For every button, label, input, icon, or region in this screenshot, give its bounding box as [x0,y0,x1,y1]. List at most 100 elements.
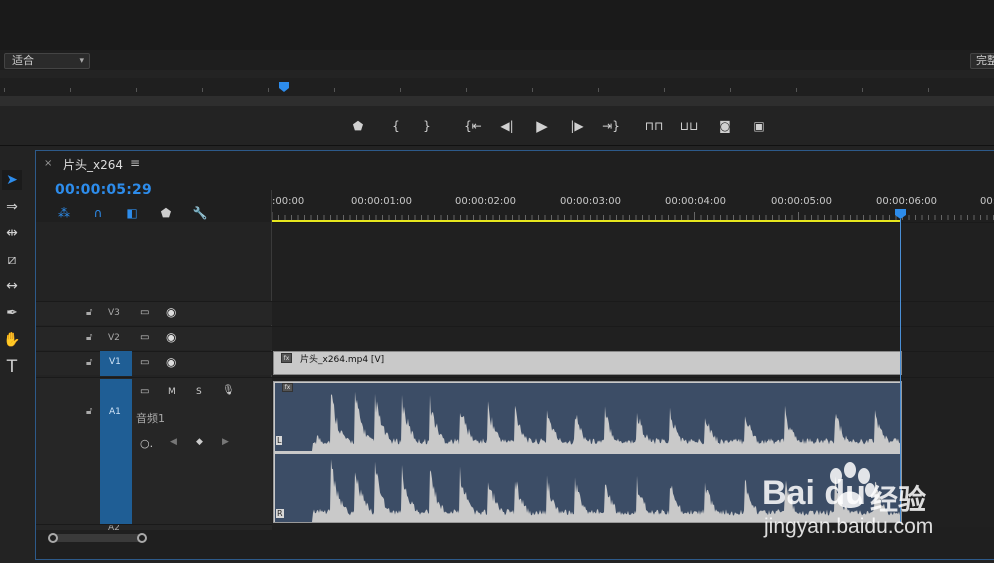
selection-tool-icon: ➤ [6,172,18,188]
add-keyframe-icon[interactable]: ◆ [196,437,203,447]
track-header-v2[interactable]: 🔓︎ V2 ▭ ◉ [36,326,272,350]
extract-button[interactable]: ⊔⊔ [678,118,700,134]
microphone-icon[interactable]: 🎙︎ [222,385,235,396]
step-forward-button[interactable]: |▶ [566,118,588,134]
go-to-in-button[interactable]: {⇤ [462,118,484,134]
play-button[interactable]: ▶ [531,118,553,134]
marker-icon: ⬟ [160,206,172,220]
lane-v2[interactable] [272,326,994,351]
lock-icon[interactable]: 🔓︎ [86,307,92,318]
zoom-handle-left[interactable] [48,533,58,543]
track-name: V3 [108,308,120,318]
hand-tool[interactable]: ✋ [2,330,22,350]
sync-lock-icon[interactable]: ▭ [140,386,149,397]
go-to-in-icon: {⇤ [464,119,482,133]
nest-toggle-button[interactable]: ⁂ [56,205,72,221]
sequence-tab-title[interactable]: 片头_x264 [63,156,123,173]
panel-menu-icon[interactable]: ≡ [130,156,140,170]
ruler-label: 00:00:06:00 [876,196,938,207]
ruler-tick [334,88,335,92]
ruler-tick [532,88,533,92]
eye-icon[interactable]: ◉ [166,305,176,319]
track-header-a2[interactable]: A2 [36,524,272,530]
volume-keyframe-icon[interactable]: ○. [140,437,153,450]
wrench-icon: 🔧 [192,206,208,220]
magnet-icon: ∩ [93,206,103,220]
playhead-handle-icon[interactable] [895,209,906,219]
sync-lock-icon[interactable]: ▭ [140,307,149,318]
program-monitor-preview [0,0,994,50]
lane-v3[interactable] [272,301,994,326]
ruler-label: 00:00 [980,196,994,207]
lift-button[interactable]: ⊓⊓ [643,118,665,134]
go-to-out-button[interactable]: ⇥} [600,118,622,134]
watermark-suffix: 经验 [870,483,927,516]
ruler-tick [730,88,731,92]
ruler-label: 00:00:01:00 [351,196,413,207]
scroll-thumb[interactable] [50,534,145,542]
track-select-tool[interactable]: ⇒ [2,197,22,217]
ruler-tick [268,88,269,92]
empty-lane[interactable] [272,222,994,301]
track-header-a1[interactable]: 🔓︎ ▭ M S 🎙︎ 音频1 ○. ◀ ◆ ▶ [36,377,272,525]
timeline-settings-button[interactable]: 🔧 [192,205,208,221]
source-patch-v1[interactable]: V1 [100,351,132,376]
track-header-v3[interactable]: 🔓︎ V3 ▭ ◉ [36,301,272,325]
close-sequence-button[interactable]: × [44,158,54,170]
source-patch-a1[interactable]: A1 [100,379,132,527]
ruler-label: :00:00 [272,196,305,207]
linked-selection-button[interactable]: ◧ [124,205,140,221]
slip-tool[interactable]: ↔ [2,276,22,296]
export-frame-button[interactable]: ◙ [714,118,736,134]
ruler-tick [136,88,137,92]
ruler-tick [862,88,863,92]
playhead-timecode[interactable]: 00:00:05:29 [55,182,152,198]
add-marker-timeline-button[interactable]: ⬟ [158,205,174,221]
comparison-view-button[interactable]: ▣ [748,118,770,134]
monitor-time-ruler[interactable] [0,78,994,96]
add-marker-button[interactable]: ⬟ [347,118,369,134]
pen-tool[interactable]: ✒ [2,303,22,323]
channel-left-label: L [276,436,283,445]
fit-zoom-value: 适合 [12,54,34,67]
zoom-handle-right[interactable] [137,533,147,543]
play-icon: ▶ [536,117,548,135]
ruler-tick [70,88,71,92]
nest-icon: ⁂ [58,206,70,220]
eye-icon[interactable]: ◉ [166,355,176,369]
track-name: A2 [108,524,120,530]
mark-out-button[interactable]: } [416,118,438,134]
eye-icon[interactable]: ◉ [166,330,176,344]
solo-button[interactable]: S [196,387,202,397]
snap-button[interactable]: ∩ [90,205,106,221]
track-header-v1[interactable]: 🔓︎ ▭ ◉ [36,351,272,375]
lift-icon: ⊓⊓ [644,119,664,133]
step-back-button[interactable]: ◀| [496,118,518,134]
fit-zoom-select[interactable]: 适合 ▾ [4,53,90,69]
next-keyframe-icon[interactable]: ▶ [222,437,229,447]
ruler-label: 00:00:04:00 [665,196,727,207]
prev-keyframe-icon[interactable]: ◀ [170,437,177,447]
resolution-value: 完整 [976,54,994,67]
ruler-tick [928,88,929,92]
lock-icon[interactable]: 🔓︎ [86,406,92,417]
mark-out-icon: } [423,119,431,133]
playhead-line[interactable] [900,219,901,522]
ruler-label: 00:00:02:00 [455,196,517,207]
track-label: 音频1 [136,412,165,425]
razor-tool[interactable]: ⧄ [2,250,22,270]
sync-lock-icon[interactable]: ▭ [140,357,149,368]
fx-badge: fx [281,353,292,363]
sync-lock-icon[interactable]: ▭ [140,332,149,343]
ripple-edit-tool[interactable]: ⇹ [2,223,22,243]
chevron-down-icon: ▾ [79,56,84,66]
type-tool[interactable]: T [2,357,22,377]
monitor-scroll-track[interactable] [0,96,994,106]
selection-tool[interactable]: ➤ [2,170,22,190]
lock-icon[interactable]: 🔓︎ [86,357,92,368]
playback-resolution-select[interactable]: 完整 [970,53,994,69]
monitor-playhead-icon[interactable] [279,82,289,92]
mark-in-button[interactable]: { [385,118,407,134]
lock-icon[interactable]: 🔓︎ [86,332,92,343]
mute-button[interactable]: M [168,387,176,397]
